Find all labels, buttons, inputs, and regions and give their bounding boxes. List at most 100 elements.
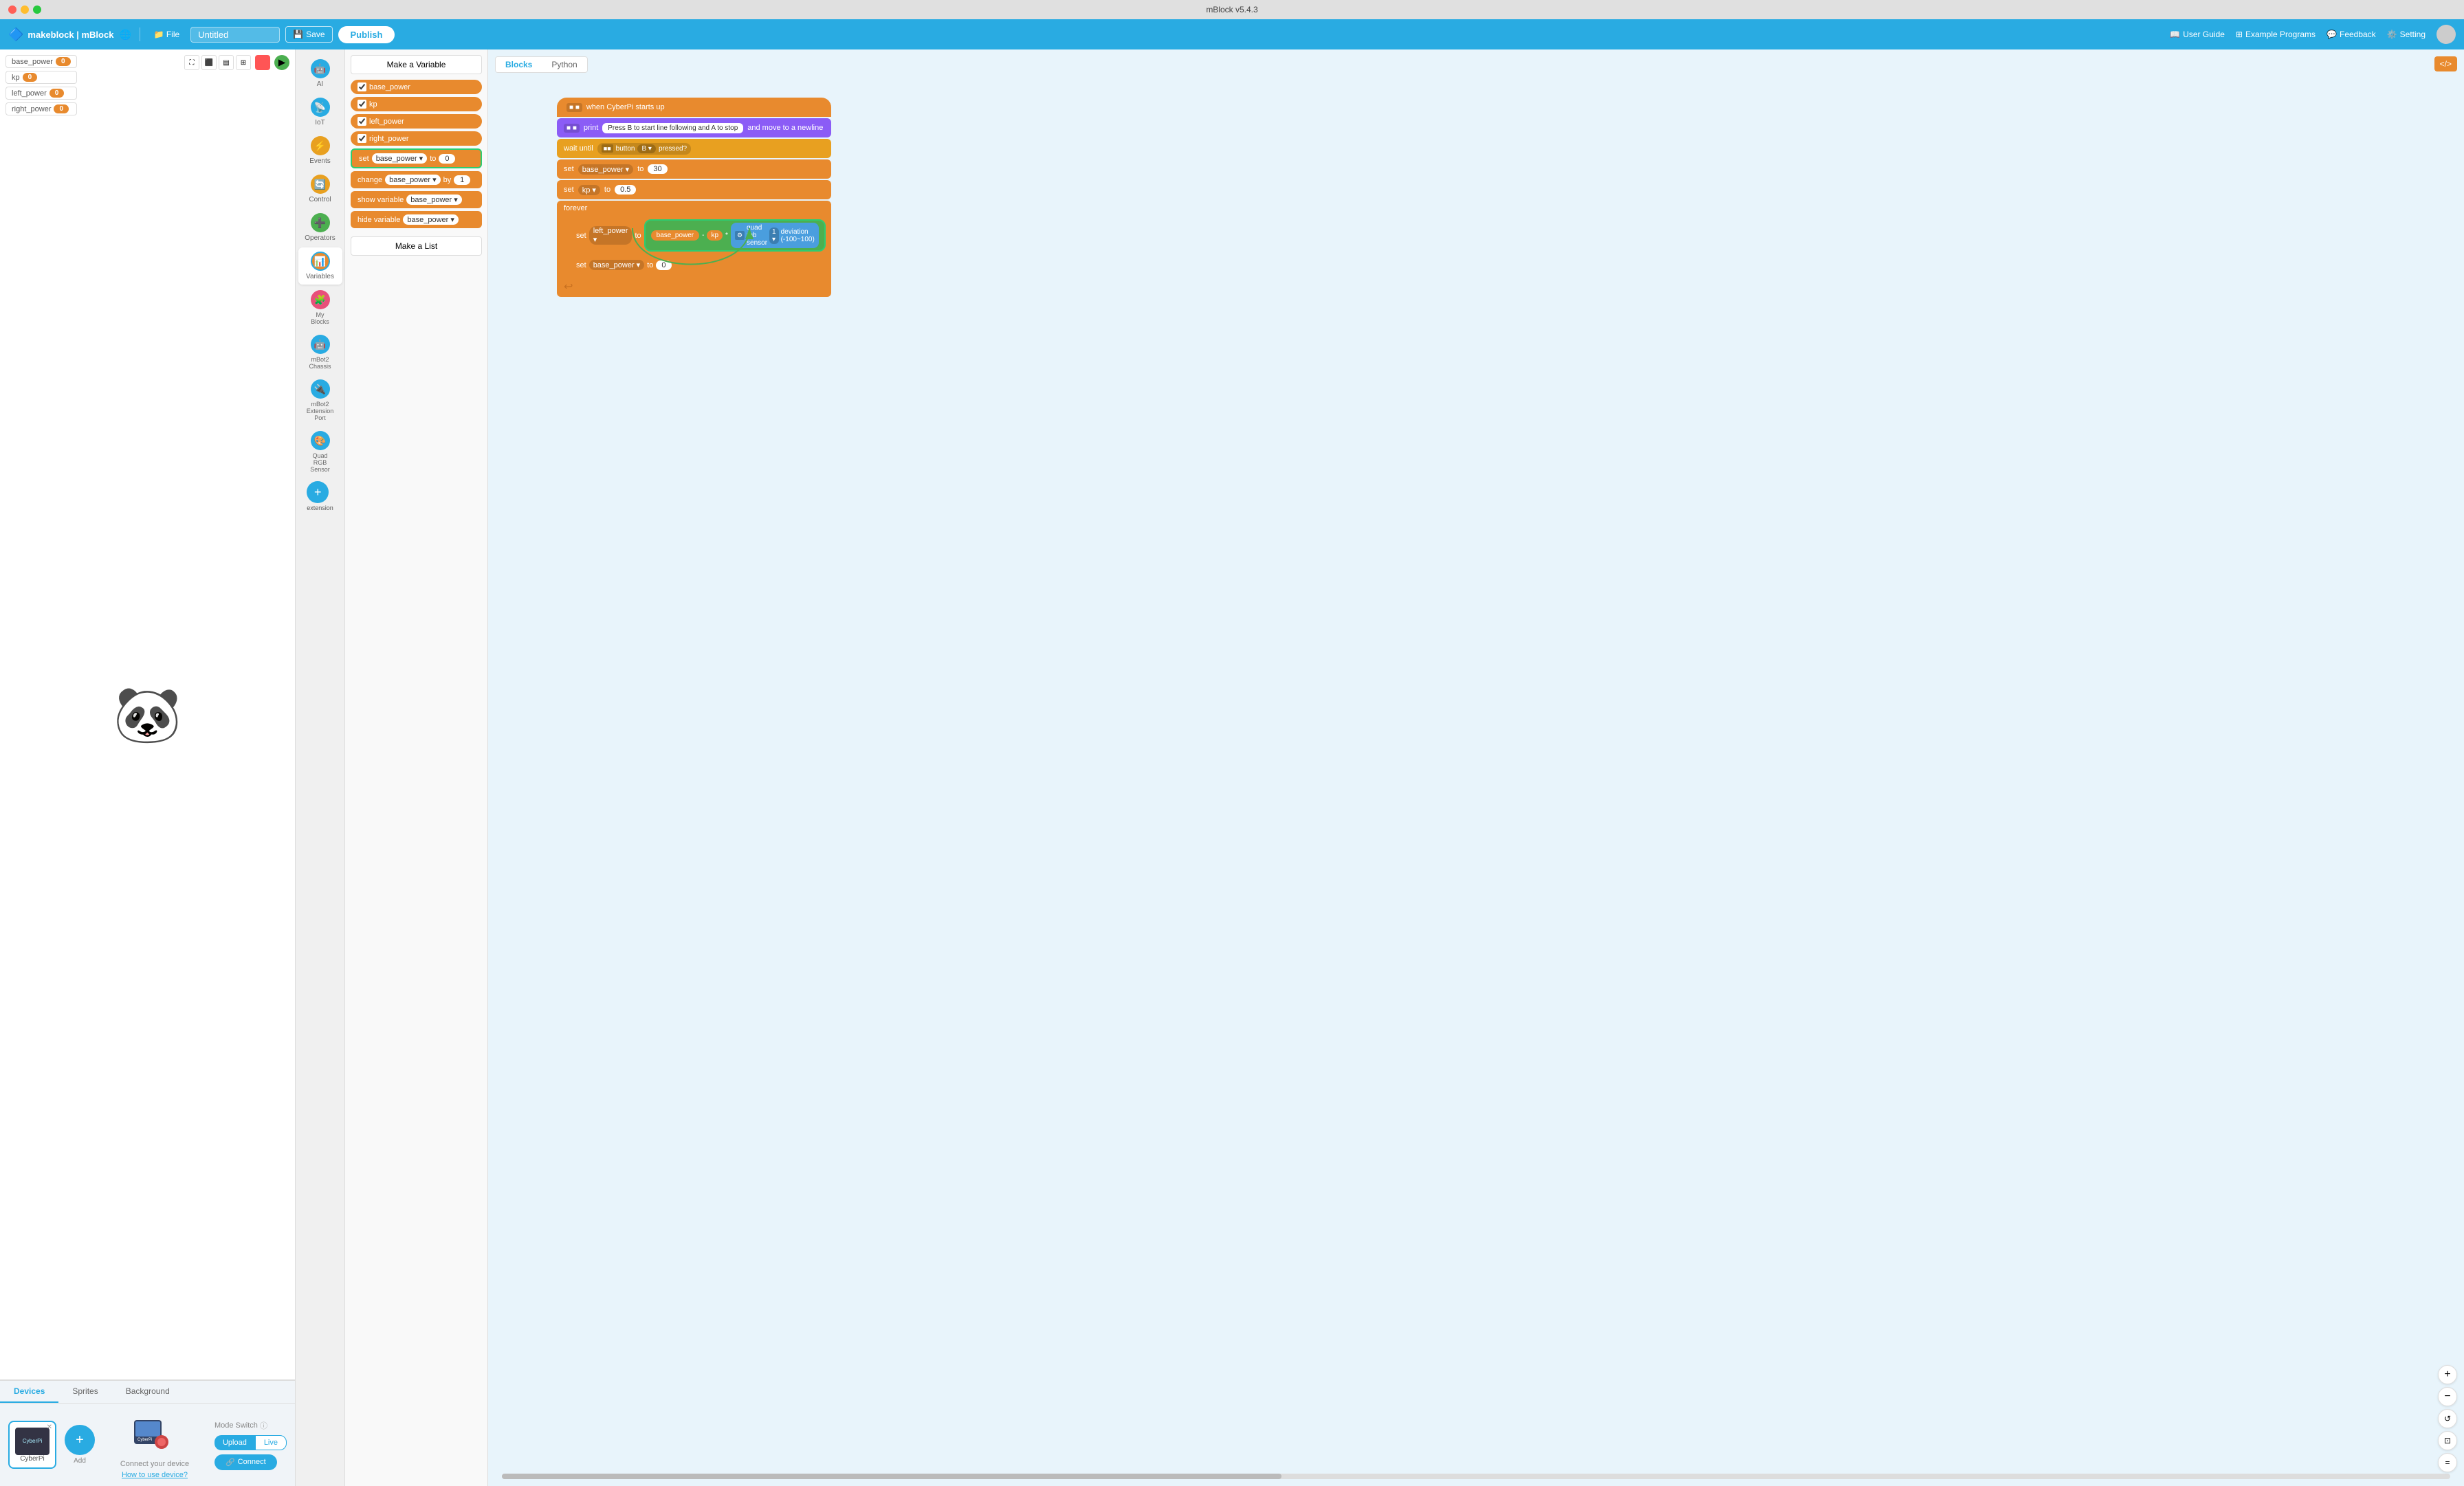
cat-variables[interactable]: 📊 Variables [298,247,342,285]
set-kp-block[interactable]: set kp ▾ to 0.5 [557,180,831,199]
set-var-value[interactable]: 0 [439,154,455,164]
code-toggle-btn[interactable]: </> [2434,56,2457,71]
publish-button[interactable]: Publish [338,26,395,43]
cyberpi-device-card[interactable]: ✕ CyberPi CyberPi [8,1421,56,1469]
variable-block-kp[interactable]: kp [351,97,482,111]
base-power-dropdown-1[interactable]: base_power ▾ [578,164,634,175]
equal-button[interactable]: = [2438,1453,2457,1472]
button-condition[interactable]: ■■ button B ▾ pressed? [597,143,691,155]
layout-btn-grid[interactable]: ⊞ [236,55,251,70]
var-badge-left-power: left_power 0 [6,87,77,100]
setting-link[interactable]: ⚙️ Setting [2387,30,2426,39]
example-programs-link[interactable]: ⊞ Example Programs [2236,30,2316,39]
cat-control[interactable]: 🔄 Control [298,170,342,208]
layout-btn-split-v[interactable]: ▤ [219,55,234,70]
maximize-window-btn[interactable] [33,5,41,14]
svg-text:CyberPi: CyberPi [138,1438,152,1442]
change-var-dropdown[interactable]: base_power ▾ [385,175,441,185]
live-mode-btn[interactable]: Live [255,1435,287,1450]
add-extension-btn[interactable]: + [307,481,329,503]
set-base-power-block[interactable]: set base_power ▾ to 30 [557,159,831,179]
kp-dropdown[interactable]: kp ▾ [578,185,600,195]
var-check-right-power[interactable] [358,134,366,143]
show-var-dropdown[interactable]: base_power ▾ [406,195,462,205]
show-variable-block[interactable]: show variable base_power ▾ [351,191,482,208]
user-guide-link[interactable]: 📖 User Guide [2170,30,2225,39]
sensor-num-dropdown[interactable]: 1 ▾ [769,228,779,244]
make-variable-button[interactable]: Make a Variable [351,55,482,74]
device-close-btn[interactable]: ✕ [47,1423,52,1431]
tab-python[interactable]: Python [542,57,586,72]
base-power-value-1[interactable]: 30 [648,164,667,174]
cat-iot[interactable]: 📡 IoT [298,93,342,131]
var-check-base-power[interactable] [358,82,366,91]
wait-until-block[interactable]: wait until ■■ button B ▾ pressed? [557,139,831,158]
minimize-window-btn[interactable] [21,5,29,14]
iot-icon: 📡 [311,98,330,117]
middle-panel: 🤖 AI 📡 IoT ⚡ Events 🔄 Control ➕ Operator… [296,49,488,1486]
cat-mbot2-chassis[interactable]: 🤖 mBot2Chassis [298,331,342,374]
cat-myblocks[interactable]: 🧩 MyBlocks [298,286,342,329]
change-variable-block[interactable]: change base_power ▾ by 1 [351,171,482,188]
variable-block-left-power[interactable]: left_power [351,114,482,129]
link-icon: 🔗 [226,1458,235,1467]
fit-button[interactable]: ⊡ [2438,1431,2457,1450]
make-list-button[interactable]: Make a List [351,236,482,256]
scroll-thumb[interactable] [502,1474,1282,1479]
file-menu[interactable]: 📁 File [148,27,185,42]
cat-quad-rgb[interactable]: 🎨 QuadRGBSensor [298,427,342,477]
mode-switch-area: Mode Switch ⓘ Upload Live 🔗 Connect [214,1417,287,1473]
variable-block-right-power[interactable]: right_power [351,131,482,146]
cat-ai[interactable]: 🤖 AI [298,55,342,92]
layout-btn-fullscreen[interactable]: ⛶ [184,55,199,70]
operators-icon: ➕ [311,213,330,232]
when-cyberpi-block[interactable]: ■ ■ when CyberPi starts up [557,98,831,117]
var-badge-kp: kp 0 [6,71,77,84]
globe-icon[interactable]: 🌐 [119,29,131,41]
horizontal-scrollbar[interactable] [502,1474,2450,1479]
code-canvas[interactable]: ■ ■ when CyberPi starts up ■ ■ print Pre… [488,49,2464,1486]
feedback-link[interactable]: 💬 Feedback [2326,30,2376,39]
cat-operators[interactable]: ➕ Operators [298,209,342,246]
close-window-btn[interactable] [8,5,16,14]
change-var-by[interactable]: 1 [454,175,470,185]
reset-zoom-button[interactable]: ↺ [2438,1409,2457,1428]
tab-blocks[interactable]: Blocks [496,57,542,72]
device-info: CyberPi Connect your device How to use d… [103,1410,206,1479]
connect-button[interactable]: 🔗 Connect [214,1454,277,1470]
var-check-left-power[interactable] [358,117,366,126]
mode-switch-label: Mode Switch ⓘ [214,1420,267,1431]
ai-icon: 🤖 [311,59,330,78]
zoom-in-button[interactable]: + [2438,1365,2457,1384]
upload-mode-btn[interactable]: Upload [214,1435,255,1450]
cat-mbot2-ext[interactable]: 🔌 mBot2ExtensionPort [298,375,342,425]
right-panel: Blocks Python </> [488,49,2464,1486]
stop-button[interactable] [255,55,270,70]
var-check-kp[interactable] [358,100,366,109]
zoom-controls: + − ↺ ⊡ = [2438,1365,2457,1472]
project-name-input[interactable] [190,27,280,43]
variable-block-base-power[interactable]: base_power [351,80,482,94]
tab-sprites[interactable]: Sprites [58,1381,111,1403]
tab-devices[interactable]: Devices [0,1381,58,1403]
set-variable-block[interactable]: set base_power ▾ to 0 [351,148,482,168]
print-block[interactable]: ■ ■ print Press B to start line followin… [557,118,831,137]
info-icon: ⓘ [260,1420,267,1431]
print-text-value[interactable]: Press B to start line following and A to… [602,123,743,133]
save-button[interactable]: 💾 Save [285,26,332,43]
add-device-button[interactable]: + [65,1425,95,1455]
forever-arrow: ↩ [564,280,573,293]
avatar[interactable] [2436,25,2456,44]
hide-variable-block[interactable]: hide variable base_power ▾ [351,211,482,228]
button-b-dropdown[interactable]: B ▾ [637,144,655,153]
zoom-out-button[interactable]: − [2438,1387,2457,1406]
layout-btn-split-h[interactable]: ⬛ [201,55,217,70]
go-button[interactable]: ▶ [274,55,289,70]
kp-value[interactable]: 0.5 [615,185,636,195]
set-var-dropdown[interactable]: base_power ▾ [372,153,428,164]
hide-var-dropdown[interactable]: base_power ▾ [403,214,459,225]
tab-background[interactable]: Background [112,1381,184,1403]
how-to-use-link[interactable]: How to use device? [122,1471,188,1479]
cat-events[interactable]: ⚡ Events [298,132,342,169]
window-controls [8,5,41,14]
